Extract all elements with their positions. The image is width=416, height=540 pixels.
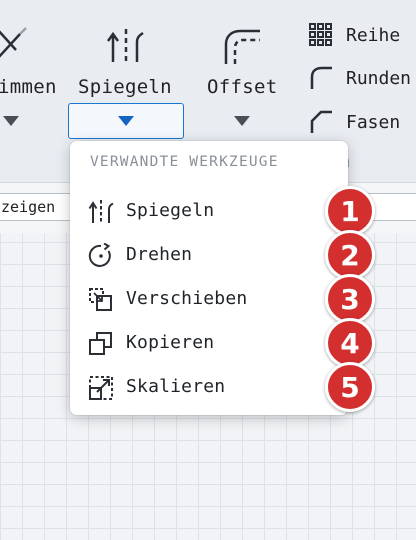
ribbon-item-chamfer[interactable]: Fasen <box>308 107 400 137</box>
menu-item-move[interactable]: Verschieben <box>70 278 348 322</box>
trim-icon[interactable] <box>0 26 30 62</box>
menu-item-scale-label: Skalieren <box>126 376 226 397</box>
move-icon <box>89 288 112 311</box>
ribbon-item-chamfer-label: Fasen <box>346 111 401 133</box>
related-tools-dropdown: VERWANDTE WERKZEUGE Spiegeln Drehen Vers… <box>70 141 348 415</box>
menu-item-move-label: Verschieben <box>126 288 248 309</box>
offset-icon[interactable] <box>222 28 262 66</box>
menu-item-copy-label: Kopieren <box>126 332 215 353</box>
offset-dropdown-caret[interactable] <box>234 116 250 126</box>
menu-item-copy[interactable]: Kopieren <box>70 322 348 366</box>
menu-item-rotate[interactable]: Drehen <box>70 234 348 278</box>
mirror-icon[interactable] <box>106 26 146 66</box>
scale-icon <box>89 376 113 400</box>
display-field[interactable]: zeigen <box>0 193 79 221</box>
offset-label[interactable]: Offset <box>207 76 277 98</box>
menu-item-mirror[interactable]: Spiegeln <box>70 190 348 234</box>
mirror-icon <box>88 200 114 224</box>
trim-dropdown-caret[interactable] <box>3 116 19 126</box>
step-badge-4: 4 <box>325 318 375 368</box>
step-badge-3: 3 <box>325 274 375 324</box>
ribbon-item-array[interactable]: Reihe <box>308 20 400 50</box>
menu-item-rotate-label: Drehen <box>126 244 193 265</box>
grid-array-icon <box>309 23 332 46</box>
step-badge-5: 5 <box>325 362 375 412</box>
menu-item-mirror-label: Spiegeln <box>126 200 215 221</box>
ribbon-item-fillet[interactable]: Runden <box>308 63 411 93</box>
menu-item-scale[interactable]: Skalieren <box>70 366 348 410</box>
trim-label[interactable]: immen <box>0 76 57 98</box>
mirror-dropdown-caret[interactable] <box>118 116 134 126</box>
display-field-text: zeigen <box>1 198 56 216</box>
dropdown-header: VERWANDTE WERKZEUGE <box>90 154 279 170</box>
step-badge-1: 1 <box>325 186 375 236</box>
copy-icon <box>89 332 112 355</box>
fillet-icon <box>310 66 332 89</box>
step-badge-2: 2 <box>325 230 375 280</box>
ribbon-item-array-label: Reihe <box>346 24 401 46</box>
chamfer-icon <box>310 110 332 133</box>
rotate-icon <box>88 243 111 267</box>
mirror-label[interactable]: Spiegeln <box>78 76 172 98</box>
ribbon-item-fillet-label: Runden <box>346 67 412 89</box>
